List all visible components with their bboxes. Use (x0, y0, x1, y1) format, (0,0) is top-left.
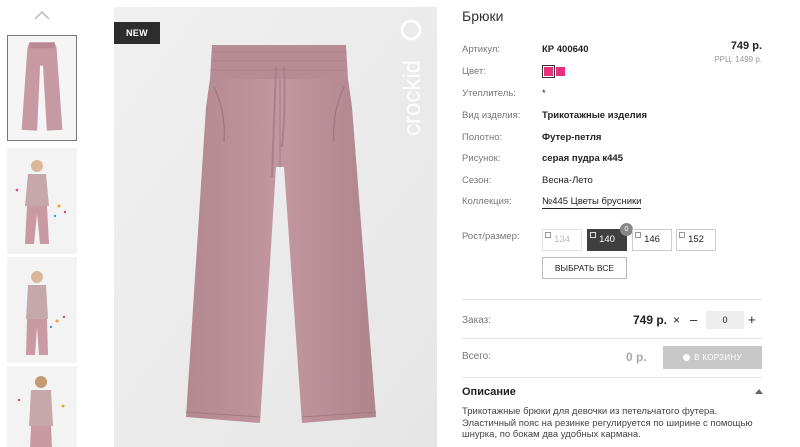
recommended-price: РРЦ: 1499 р. (714, 55, 762, 64)
checkbox-icon (679, 232, 685, 238)
divider (462, 377, 762, 378)
attr-value-type: Трикотажные изделия (542, 110, 648, 121)
svg-text:crockid: crockid (399, 60, 426, 136)
product-price: 749 р. (730, 40, 762, 52)
checkbox-icon (635, 232, 641, 238)
order-price: 749 р. (633, 313, 668, 327)
chevron-up-icon[interactable] (34, 10, 50, 20)
thumbnail-model-back[interactable] (7, 366, 77, 447)
size-value: 152 (688, 234, 704, 245)
size-option-146[interactable]: 146 (632, 229, 672, 251)
order-label: Заказ: (462, 315, 492, 326)
attr-label-collection: Коллекция: (462, 196, 512, 207)
total-label: Всего: (462, 351, 491, 362)
checkbox-icon (545, 232, 551, 238)
attr-value-season: Весна-Лето (542, 175, 593, 186)
thumbnail-model-side[interactable] (7, 257, 77, 363)
size-value: 146 (644, 234, 660, 245)
total-value: 0 р. (626, 350, 647, 364)
qty-input[interactable]: 0 (706, 311, 744, 329)
add-to-cart-button[interactable]: В КОРЗИНУ (663, 346, 762, 369)
select-all-button[interactable]: ВЫБРАТЬ ВСЕ (542, 257, 627, 279)
collection-link-text[interactable]: №445 Цветы брусники (542, 196, 642, 209)
remove-icon[interactable]: × (673, 313, 680, 327)
attr-value-insulation: * (542, 88, 546, 99)
chevron-up-icon[interactable] (755, 388, 763, 394)
add-to-cart-label: В КОРЗИНУ (694, 353, 742, 362)
product-title: Брюки (462, 8, 504, 24)
divider (462, 299, 762, 300)
attr-value-fabric: Футер-петля (542, 132, 602, 143)
attr-label-color: Цвет: (462, 66, 486, 77)
qty-decrement-button[interactable]: – (690, 312, 697, 327)
color-swatch[interactable] (556, 67, 565, 76)
attr-label-season: Сезон: (462, 175, 492, 186)
color-swatch-selected[interactable] (542, 65, 555, 78)
attr-label-insulation: Утеплитель: (462, 88, 516, 99)
size-label: Рост/размер: (462, 231, 520, 242)
attr-label-pattern: Рисунок: (462, 153, 501, 164)
thumbnail-pants[interactable] (7, 35, 77, 141)
cart-icon (683, 354, 691, 361)
size-option-152[interactable]: 152 (676, 229, 716, 251)
size-value: 140 (599, 234, 615, 245)
attr-label-type: Вид изделия: (462, 110, 521, 121)
size-option-134: 134 (542, 229, 582, 251)
checkbox-icon (590, 232, 596, 238)
collection-link[interactable]: №445 Цветы брусники (542, 196, 642, 209)
description-text: Трикотажные брюки для девочки из петельч… (462, 406, 753, 440)
divider (462, 338, 762, 339)
qty-increment-button[interactable]: + (748, 312, 756, 327)
attr-label-article: Артикул: (462, 44, 501, 55)
attr-label-fabric: Полотно: (462, 132, 503, 143)
size-value: 134 (554, 234, 570, 245)
thumbnail-model-front[interactable] (7, 148, 77, 254)
description-title[interactable]: Описание (462, 386, 516, 398)
brand-logo: crockid (399, 19, 426, 136)
new-badge: NEW (114, 22, 160, 44)
attr-value-pattern: серая пудра к445 (542, 153, 623, 164)
attr-value-article: КР 400640 (542, 44, 589, 55)
